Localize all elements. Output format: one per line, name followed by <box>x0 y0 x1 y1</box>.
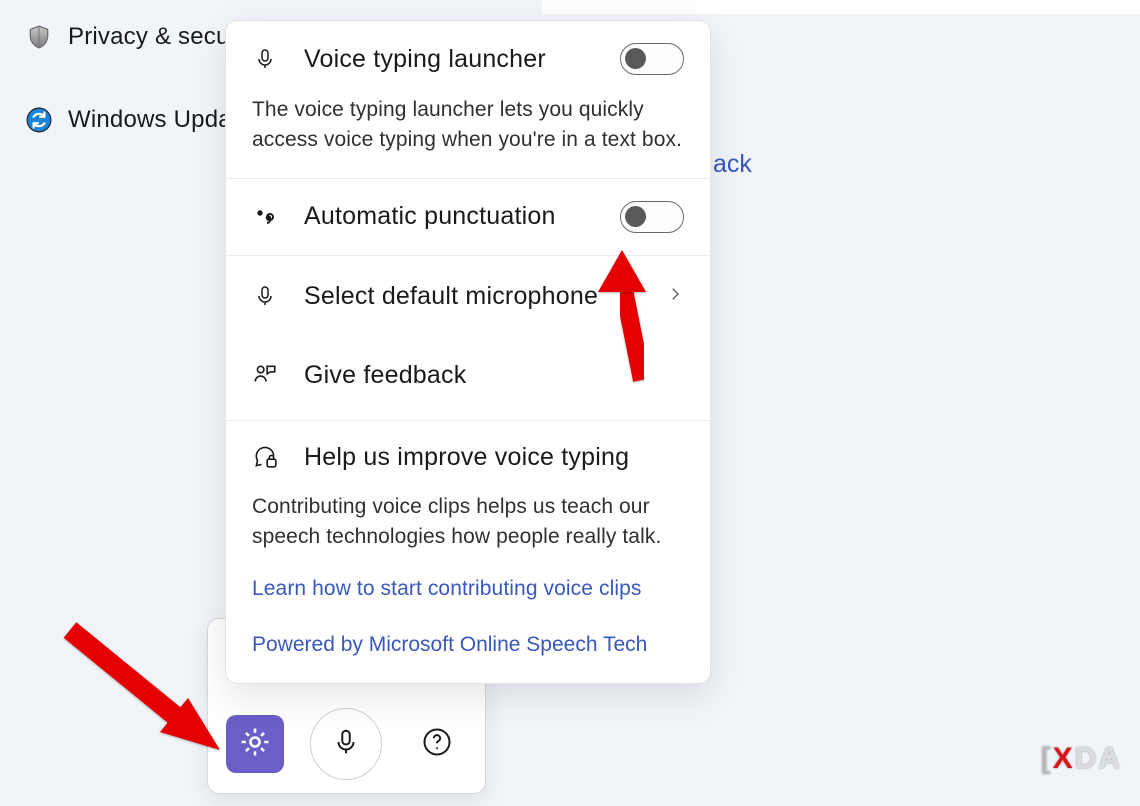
auto-punctuation-section: Automatic punctuation <box>226 179 710 256</box>
refresh-icon <box>26 104 52 136</box>
select-mic-title: Select default microphone <box>304 282 640 311</box>
shield-icon <box>26 20 52 54</box>
feedback-row[interactable]: Give feedback <box>226 337 710 421</box>
popover-footer[interactable]: Powered by Microsoft Online Speech Tech <box>226 611 710 683</box>
improve-title: Help us improve voice typing <box>304 443 684 472</box>
microphone-button[interactable] <box>310 708 382 780</box>
voice-launcher-title: Voice typing launcher <box>304 45 594 74</box>
feedback-title: Give feedback <box>304 361 684 390</box>
microphone-icon <box>252 284 278 308</box>
voice-launcher-toggle[interactable] <box>620 43 684 75</box>
settings-button[interactable] <box>226 715 284 773</box>
voice-typing-settings-popover: Voice typing launcher The voice typing l… <box>225 20 711 684</box>
microphone-icon <box>252 47 278 71</box>
voice-launcher-section: Voice typing launcher The voice typing l… <box>226 21 710 179</box>
watermark: [XDA <box>1041 742 1122 776</box>
punctuation-icon <box>252 205 278 229</box>
chevron-right-icon <box>666 285 684 308</box>
improve-desc: Contributing voice clips helps us teach … <box>252 492 684 553</box>
partial-background-link[interactable]: ack <box>713 150 752 179</box>
help-button[interactable] <box>408 715 466 773</box>
improve-section: Help us improve voice typing Contributin… <box>226 421 710 611</box>
microphone-icon <box>331 727 361 762</box>
improve-link[interactable]: Learn how to start contributing voice cl… <box>252 577 684 601</box>
gear-icon <box>238 725 272 764</box>
voice-launcher-desc: The voice typing launcher lets you quick… <box>252 95 684 156</box>
auto-punc-title: Automatic punctuation <box>304 202 594 231</box>
chat-lock-icon <box>252 444 278 470</box>
select-mic-row[interactable]: Select default microphone <box>226 256 710 337</box>
feedback-icon <box>252 362 278 388</box>
content-area-top <box>542 0 1140 14</box>
help-icon <box>422 727 452 762</box>
auto-punc-toggle[interactable] <box>620 201 684 233</box>
